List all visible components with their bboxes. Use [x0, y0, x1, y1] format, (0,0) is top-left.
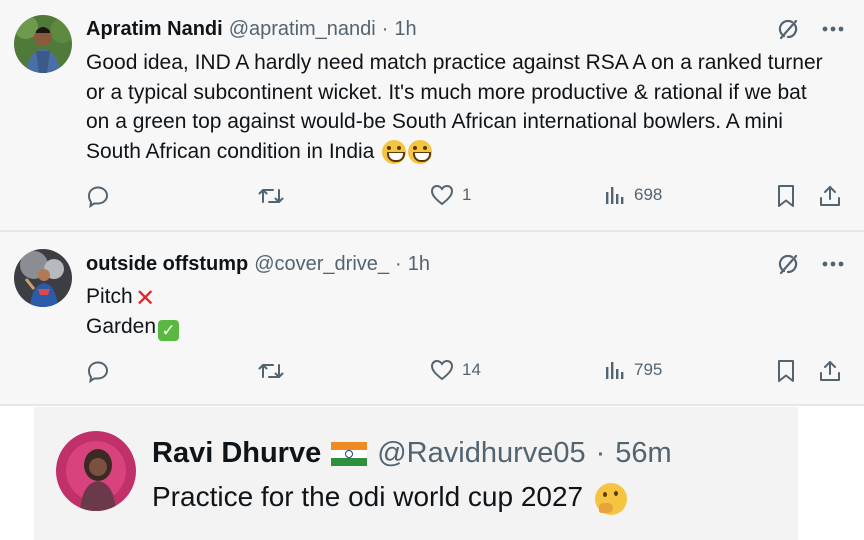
more-options-icon[interactable]	[822, 26, 844, 32]
avatar[interactable]	[56, 431, 136, 511]
more-options-icon[interactable]	[822, 261, 844, 267]
like-button[interactable]: 1	[430, 184, 471, 206]
display-name[interactable]: outside offstump	[86, 253, 248, 276]
tweet-line: Pitch ✕	[86, 282, 826, 312]
quoted-tweet-text: Practice for the odi world cup 2027	[152, 479, 864, 515]
like-count: 1	[462, 185, 472, 204]
timestamp[interactable]: 1h	[394, 18, 416, 41]
reply-icon	[87, 186, 109, 208]
like-button[interactable]: 14	[430, 359, 481, 381]
heart-icon	[430, 359, 454, 381]
retweet-button[interactable]	[258, 359, 292, 383]
thinking-face-emoji-icon	[594, 482, 627, 515]
heart-icon	[430, 184, 454, 206]
separator: ·	[395, 253, 402, 275]
retweet-button[interactable]	[258, 184, 292, 208]
display-name[interactable]: Ravi Dhurve	[152, 437, 321, 470]
check-mark-icon: ✓	[158, 319, 180, 341]
bookmark-icon	[778, 360, 794, 382]
grok-icon[interactable]	[776, 252, 800, 276]
avatar-image	[56, 431, 136, 511]
avatar[interactable]	[14, 15, 72, 73]
view-count: 795	[634, 360, 663, 379]
user-handle[interactable]: @apratim_nandi	[229, 18, 376, 41]
reply-icon	[87, 361, 109, 383]
tweet-header: Apratim Nandi @apratim_nandi · 1h	[86, 18, 417, 41]
tweet-line: Garden ✓	[86, 312, 826, 342]
tweet-line-pitch: Pitch	[86, 285, 133, 308]
avatar[interactable]	[14, 249, 72, 307]
retweet-icon	[258, 189, 284, 203]
divider	[0, 404, 864, 406]
tweet-line-garden: Garden	[86, 314, 157, 338]
share-icon	[820, 186, 840, 206]
timestamp[interactable]: 56m	[615, 437, 671, 470]
tweet-apratim-nandi[interactable]: Apratim Nandi @apratim_nandi · 1h Good i…	[0, 0, 864, 230]
grok-icon[interactable]	[776, 17, 800, 41]
grinning-face-emoji-icon	[408, 139, 433, 164]
view-count: 698	[634, 185, 663, 204]
tweet-actions: 1 698	[86, 184, 846, 212]
separator: ·	[381, 18, 389, 40]
bookmark-button[interactable]	[776, 359, 796, 383]
share-icon	[820, 361, 840, 381]
reply-button[interactable]	[86, 359, 118, 383]
tweet-top-actions	[776, 17, 844, 41]
timestamp[interactable]: 1h	[408, 253, 430, 276]
like-count: 14	[462, 360, 481, 379]
avatar-image	[14, 15, 72, 73]
separator: ·	[595, 437, 606, 469]
user-handle[interactable]: @cover_drive_	[254, 253, 389, 276]
tweet-header: outside offstump @cover_drive_ · 1h	[86, 253, 430, 276]
share-button[interactable]	[818, 184, 842, 208]
views-button[interactable]: 698	[604, 184, 662, 206]
bookmark-icon	[778, 185, 794, 207]
grinning-face-emoji-icon	[382, 139, 407, 164]
cross-mark-icon: ✕	[135, 285, 156, 312]
views-chart-icon	[606, 187, 624, 204]
tweet-actions: 14 795	[86, 359, 846, 387]
display-name[interactable]: Apratim Nandi	[86, 18, 223, 41]
share-button[interactable]	[818, 359, 842, 383]
tweet-top-actions	[776, 252, 844, 276]
tweet-text: Good idea, IND A hardly need match pract…	[86, 48, 826, 166]
tweet-text-content: Good idea, IND A hardly need match pract…	[86, 51, 823, 163]
quoted-tweet-card[interactable]: Ravi Dhurve @Ravidhurve05 · 56m Practice…	[34, 407, 798, 540]
tweet-outside-offstump[interactable]: outside offstump @cover_drive_ · 1h Pitc…	[0, 232, 864, 404]
user-handle[interactable]: @Ravidhurve05	[377, 437, 585, 470]
avatar-image	[14, 249, 72, 307]
retweet-icon	[258, 364, 284, 378]
quoted-tweet-header: Ravi Dhurve @Ravidhurve05 · 56m	[152, 437, 672, 470]
bookmark-button[interactable]	[776, 184, 796, 208]
quoted-tweet-text-content: Practice for the odi world cup 2027	[152, 481, 584, 512]
views-chart-icon	[606, 362, 624, 379]
tweet-text: Pitch ✕ Garden ✓	[86, 282, 826, 341]
reply-button[interactable]	[86, 184, 118, 208]
india-flag-icon	[331, 441, 368, 466]
views-button[interactable]: 795	[604, 359, 662, 381]
